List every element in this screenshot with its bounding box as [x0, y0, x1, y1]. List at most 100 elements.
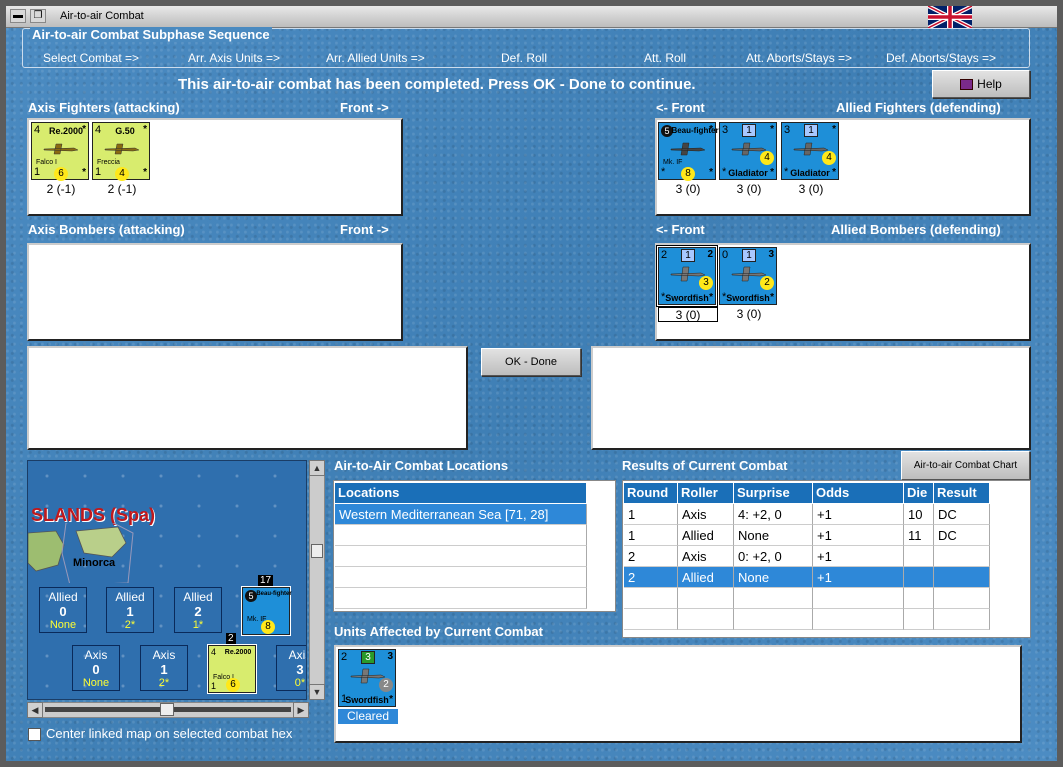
results-title: Results of Current Combat	[622, 458, 788, 473]
col-result: Result	[934, 483, 990, 503]
scroll-left-icon[interactable]: ◀	[27, 702, 43, 718]
fighter-plane-icon	[104, 143, 140, 155]
table-cell-empty	[624, 588, 678, 609]
location-row[interactable]: Western Mediterranean Sea [71, 28]	[335, 504, 587, 525]
center-map-checkbox[interactable]	[28, 728, 41, 741]
table-cell: 4: +2, 0	[734, 504, 813, 525]
allied-fighters-label: Allied Fighters (defending)	[836, 100, 1001, 115]
allied-box-2[interactable]: Allied 2 1*	[174, 587, 222, 633]
table-cell-empty	[678, 609, 734, 630]
col-surprise: Surprise	[734, 483, 813, 503]
scroll-down-icon[interactable]: ▼	[309, 684, 325, 700]
table-cell: 1	[624, 525, 678, 546]
status-banner: This air-to-air combat has been complete…	[178, 76, 696, 93]
axis-box-0[interactable]: Axis 0 None	[72, 645, 120, 691]
island-label: Minorca	[73, 557, 116, 569]
air-combat-chart-button[interactable]: Air-to-air Combat Chart	[901, 451, 1030, 480]
col-odds: Odds	[813, 483, 904, 503]
allied-fighters-front-label: <- Front	[656, 100, 705, 115]
table-cell	[904, 567, 934, 588]
island-shape	[28, 523, 134, 583]
location-row-empty	[335, 546, 587, 567]
table-cell: Axis	[678, 504, 734, 525]
help-label: Help	[977, 77, 1002, 91]
unit-strength: 3 (0)	[736, 307, 762, 321]
table-cell: +1	[813, 525, 904, 546]
table-cell: DC	[934, 525, 990, 546]
fighter-plane-icon	[670, 142, 706, 156]
affected-title: Units Affected by Current Combat	[334, 624, 543, 639]
table-cell-empty	[904, 609, 934, 630]
map-vertical-scrollbar[interactable]	[309, 460, 325, 700]
table-cell: Allied	[678, 525, 734, 546]
linked-map[interactable]: SLANDS (Spa) Minorca Allied 0 None Allied 1…	[27, 460, 307, 700]
unit-counter[interactable]: 4 * Re.2000 Falco I 1 6 *	[31, 122, 89, 181]
map-unit-counter[interactable]: 4 Re.2000 Falco I 1 6	[207, 644, 257, 694]
unit-counter[interactable]: 013 2 * Swordfish *	[719, 247, 777, 305]
horizontal-scroll-thumb[interactable]	[160, 703, 174, 716]
unit-counter[interactable]: 3 1 * 4 * Gladiator *	[719, 122, 777, 180]
col-die: Die	[904, 483, 934, 503]
step-def-roll: Def. Roll	[501, 51, 548, 65]
table-cell-empty	[678, 588, 734, 609]
axis-bombers-front-label: Front ->	[340, 222, 389, 237]
table-cell: 11	[904, 525, 934, 546]
axis-bombers-panel[interactable]	[27, 243, 403, 341]
table-cell-empty	[813, 609, 904, 630]
title-bar: ▬ ❐ Air-to-air Combat	[6, 6, 1057, 28]
unit-strength: 2 (-1)	[46, 182, 76, 196]
step-arr-allied-units: Arr. Allied Units =>	[326, 51, 425, 65]
affected-units-panel[interactable]	[334, 645, 1022, 743]
scroll-right-icon[interactable]: ▶	[293, 702, 309, 718]
affected-unit-counter[interactable]: 2 3 3 2 1 Swordfish *	[338, 649, 396, 707]
ok-done-button[interactable]: OK - Done	[481, 348, 581, 376]
col-roller: Roller	[678, 483, 734, 503]
map-unit-counter[interactable]: 5 Beau-fighter Mk. IF 8	[241, 586, 292, 636]
unit-counter[interactable]: 3 1 * 4 * Gladiator *	[781, 122, 839, 180]
vertical-scroll-thumb[interactable]	[311, 544, 323, 558]
location-row-empty	[335, 588, 587, 609]
table-cell: 2	[624, 567, 678, 588]
axis-message-panel	[27, 346, 468, 450]
unit-strength: 2 (-1)	[107, 182, 137, 196]
allied-box-0[interactable]: Allied 0 None	[39, 587, 87, 633]
unit-strength: 3 (0)	[675, 182, 701, 196]
results-table: Round Roller Surprise Odds Die Result 1 …	[622, 480, 1031, 638]
unit-counter-selected[interactable]: 212 3 * Swordfish *	[656, 245, 718, 307]
location-row-empty	[335, 567, 587, 588]
window-title: Air-to-air Combat	[60, 10, 144, 22]
table-cell: Axis	[678, 546, 734, 567]
table-cell-empty	[734, 588, 813, 609]
scroll-up-icon[interactable]: ▲	[309, 460, 325, 476]
col-round: Round	[624, 483, 678, 503]
subphase-sequence-title: Air-to-air Combat Subphase Sequence	[30, 27, 272, 42]
unit-strength: 3 (0)	[736, 182, 762, 196]
step-arr-axis-units: Arr. Axis Units =>	[188, 51, 281, 65]
unit-strength: 3 (0)	[658, 307, 718, 322]
help-button[interactable]: Help	[932, 70, 1030, 98]
unit-counter[interactable]: 4 * G.50 Freccia 1 4 *	[92, 122, 150, 181]
step-def-aborts-stays: Def. Aborts/Stays =>	[886, 51, 997, 65]
location-row-empty	[335, 525, 587, 546]
locations-title: Air-to-Air Combat Locations	[334, 458, 509, 473]
table-cell-empty	[934, 609, 990, 630]
locations-list[interactable]: Locations Western Mediterranean Sea [71,…	[333, 480, 616, 612]
restore-icon[interactable]: ❐	[30, 9, 46, 23]
axis-box-1[interactable]: Axis 1 2*	[140, 645, 188, 691]
table-cell-empty	[904, 588, 934, 609]
unit-counter[interactable]: 5 * Beau-fighter Mk. IF * 8 *	[658, 122, 719, 181]
affected-unit-status: Cleared	[338, 709, 398, 724]
table-cell: 2	[624, 546, 678, 567]
uk-flag-icon	[928, 6, 972, 28]
stack-count-badge: 2	[226, 633, 236, 644]
step-select-combat: Select Combat =>	[43, 51, 140, 65]
table-cell: +1	[813, 504, 904, 525]
step-att-roll: Att. Roll	[644, 51, 687, 65]
system-menu-icon[interactable]: ▬	[10, 9, 26, 23]
locations-header: Locations	[335, 483, 587, 503]
table-cell-empty	[624, 609, 678, 630]
axis-fighters-front-label: Front ->	[340, 100, 389, 115]
table-cell: +1	[813, 567, 904, 588]
axis-box-2[interactable]: Axis30*	[276, 645, 306, 691]
allied-box-1[interactable]: Allied 1 2*	[106, 587, 154, 633]
